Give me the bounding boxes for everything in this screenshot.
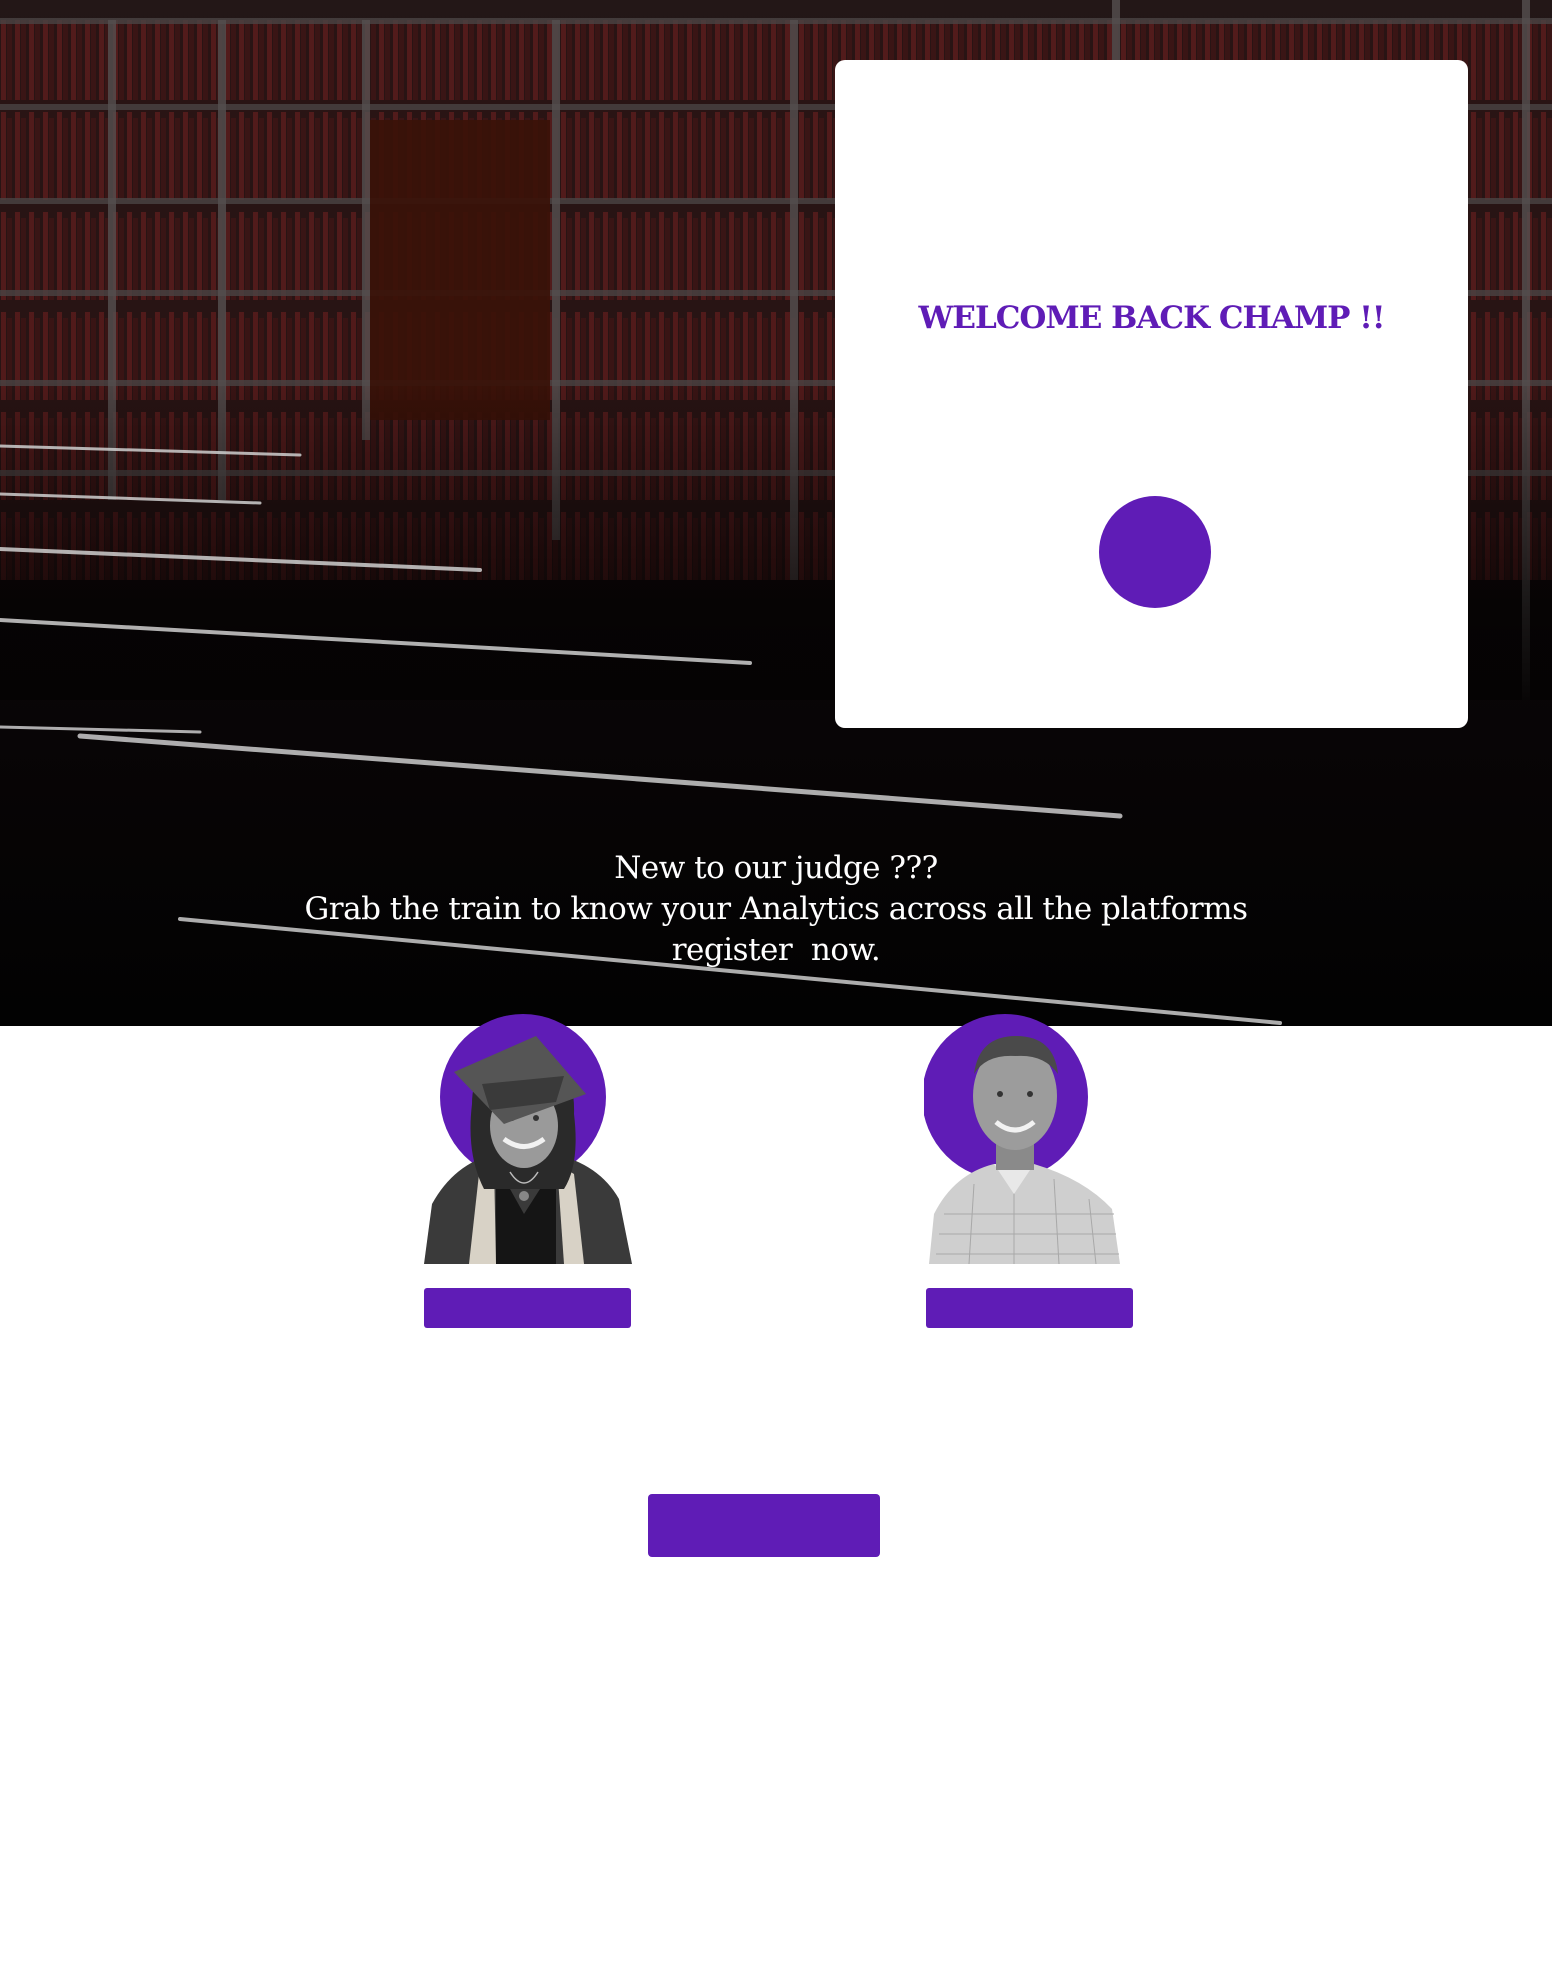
new-user-line-1: New to our judge ??? <box>614 850 938 886</box>
man-avatar <box>924 1014 1120 1264</box>
graduate-avatar <box>424 1014 632 1264</box>
new-user-line-2: Grab the train to know your Analytics ac… <box>304 891 1248 927</box>
login-card: WELCOME BACK CHAMP !! <box>835 60 1468 728</box>
new-user-line-3: register now. <box>671 932 881 968</box>
login-button[interactable] <box>1099 496 1211 608</box>
profile-right-button[interactable] <box>926 1288 1133 1328</box>
welcome-title: WELCOME BACK CHAMP !! <box>918 300 1386 336</box>
profile-left-button[interactable] <box>424 1288 631 1328</box>
register-button[interactable] <box>648 1494 880 1557</box>
new-user-prompt: New to our judge ??? Grab the train to k… <box>276 848 1276 971</box>
